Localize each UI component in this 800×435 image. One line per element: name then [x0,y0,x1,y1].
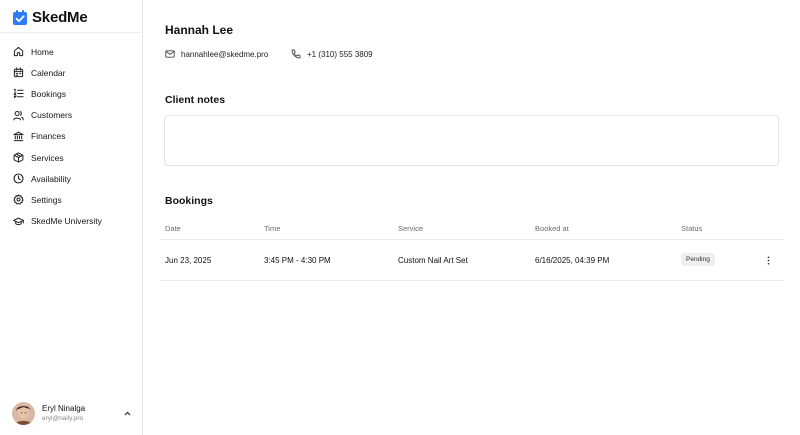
user-info: Eryl Ninalga eryl@naily.pro [42,403,120,423]
sidebar-item-finances[interactable]: Finances [13,126,102,147]
sidebar-item-label: SkedMe University [31,216,102,227]
sidebar-item-label: Calendar [31,67,66,78]
bookings-title: Bookings [165,195,213,207]
sidebar-item-settings[interactable]: Settings [13,189,102,210]
brand-logo[interactable]: SkedMe [13,8,88,26]
booking-booked-at: 6/16/2025, 04:39 PM [535,256,610,265]
sidebar-item-home[interactable]: Home [13,41,102,62]
client-notes-title: Client notes [165,94,226,106]
divider [0,32,143,33]
column-header-date: Date [165,224,181,233]
graduation-cap-icon [13,217,24,225]
sidebar-item-calendar[interactable]: Calendar [13,62,102,83]
client-email[interactable]: hannahlee@skedme.pro [165,49,268,59]
column-header-booked-at: Booked at [535,224,569,233]
list-ordered-icon [13,89,24,99]
calendar-icon [13,67,24,78]
box-icon [13,152,24,163]
booking-time: 3:45 PM - 4:30 PM [264,256,331,265]
sidebar-item-customers[interactable]: Customers [13,105,102,126]
bank-icon [13,131,24,141]
booking-service: Custom Nail Art Set [398,256,468,265]
sidebar-item-label: Home [31,46,54,57]
user-name: Eryl Ninalga [42,404,86,413]
gear-icon [13,194,24,205]
more-vertical-icon [767,256,770,265]
phone-icon [291,49,301,59]
clock-icon [13,173,24,184]
sidebar-item-label: Customers [31,110,73,121]
sidebar-item-label: Bookings [31,88,66,99]
column-header-service: Service [398,224,424,233]
column-header-status: Status [681,224,703,233]
user-avatar [12,401,35,425]
main-content: Hannah Lee hannahlee@skedme.pro +1 (310)… [143,0,800,435]
user-email: eryl@naily.pro [42,415,84,422]
column-header-time: Time [264,224,281,233]
users-icon [13,110,24,121]
calendar-check-icon [13,9,27,25]
client-name: Hannah Lee [165,23,234,37]
table-divider [160,239,784,240]
sidebar-item-skedme-university[interactable]: SkedMe University [13,211,102,232]
client-email-text: hannahlee@skedme.pro [181,49,269,59]
client-phone-text: +1 (310) 555 3809 [307,49,373,59]
sidebar-item-availability[interactable]: Availability [13,168,102,189]
status-badge: Pending [681,253,715,266]
sidebar-item-label: Finances [31,131,66,142]
sidebar-item-bookings[interactable]: Bookings [13,83,102,104]
home-icon [13,46,24,57]
sidebar-item-label: Availability [31,173,72,184]
user-menu[interactable]: Eryl Ninalga eryl@naily.pro [12,401,132,425]
sidebar: SkedMe Home Calendar Bookings Customers … [0,0,143,435]
brand-name: SkedMe [32,8,88,26]
client-notes-field[interactable] [164,115,779,166]
row-actions-button[interactable] [763,255,774,266]
booking-date: Jun 23, 2025 [165,256,212,265]
sidebar-item-services[interactable]: Services [13,147,102,168]
client-phone[interactable]: +1 (310) 555 3809 [291,49,373,59]
sidebar-nav: Home Calendar Bookings Customers Finance… [13,41,102,232]
sidebar-item-label: Services [31,152,64,163]
sidebar-item-label: Settings [31,194,62,205]
mail-icon [165,50,175,58]
chevron-up-icon[interactable] [123,409,132,418]
table-divider [160,280,784,281]
